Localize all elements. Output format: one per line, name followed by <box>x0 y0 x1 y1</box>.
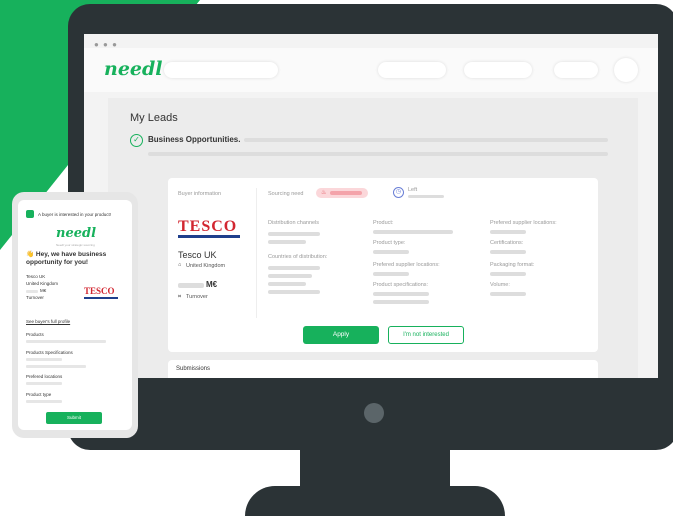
placeholder-line <box>490 250 526 254</box>
placeholder-line <box>268 274 312 278</box>
monitor-base <box>245 486 505 516</box>
phone-section-label: Product type <box>26 392 52 397</box>
not-interested-button[interactable]: I'm not interested <box>388 326 464 344</box>
column-divider <box>256 188 257 318</box>
placeholder-line <box>373 230 453 234</box>
sourcing-need-badge: ♨ <box>316 188 368 198</box>
placeholder-line <box>148 152 608 156</box>
opportunity-card: Buyer information Sourcing need ♨ ◷ Left… <box>168 178 598 352</box>
apply-button[interactable]: Apply <box>303 326 379 344</box>
phone-buyer-logo: TESCO <box>84 286 115 296</box>
placeholder-line <box>373 300 429 304</box>
page-title: My Leads <box>130 112 178 124</box>
badge-placeholder <box>330 191 362 195</box>
clock-icon: ◷ <box>393 187 404 198</box>
field-label: Prefered supplier locations: <box>490 220 557 226</box>
phone-needl-logo: needl <box>56 226 97 241</box>
phone-header: A buyer is interested in your product! <box>38 212 112 217</box>
placeholder-line <box>490 230 526 234</box>
field-label: Certifications: <box>490 240 524 246</box>
field-label: Countries of distribution: <box>268 254 328 260</box>
placeholder-line <box>373 292 429 296</box>
turnover-label: Turnover <box>186 294 208 300</box>
phone-buyer-name: Tesco UK <box>26 274 46 279</box>
nav-pill-2[interactable] <box>464 62 532 78</box>
field-label: Product: <box>373 220 394 226</box>
nav-pill-1[interactable] <box>378 62 446 78</box>
nav-pill-3[interactable] <box>554 62 598 78</box>
placeholder-line <box>178 283 204 288</box>
placeholder-line <box>26 365 86 368</box>
placeholder-line <box>268 232 320 236</box>
needl-logo[interactable]: needl <box>104 58 163 80</box>
placeholder-line <box>490 272 526 276</box>
field-label: Prefered supplier locations: <box>373 262 440 268</box>
placeholder-line <box>26 290 38 293</box>
phone-turnover-value: M€ <box>40 288 47 293</box>
placeholder-line <box>268 290 320 294</box>
buyer-info-label: Buyer information <box>178 191 222 197</box>
search-input[interactable] <box>164 62 278 78</box>
fire-icon: ♨ <box>321 190 327 196</box>
main-content: My Leads ✓ Business Opportunities. Buyer… <box>108 98 638 378</box>
buyer-profile-link[interactable]: See buyer's full profile <box>26 319 70 324</box>
phone-section-label: Products <box>26 332 44 337</box>
sourcing-need-label: Sourcing need <box>268 191 304 197</box>
field-label: Distribution channels <box>268 220 320 226</box>
desktop-screen: ● ● ● needl My Leads ✓ Business Opportun… <box>84 34 658 378</box>
field-label: Packaging format: <box>490 262 535 268</box>
buyer-logo-underline <box>178 235 240 238</box>
app-icon <box>26 210 34 218</box>
section-title: Business Opportunities. <box>148 135 241 144</box>
submissions-label: Submissions <box>176 366 211 372</box>
field-label: Volume: <box>490 282 510 288</box>
field-label: Product type: <box>373 240 406 246</box>
location-pin-icon: ⌂ <box>178 262 182 268</box>
chart-icon: ⌗ <box>178 294 182 300</box>
placeholder-line <box>268 282 306 286</box>
check-circle-icon: ✓ <box>130 134 143 147</box>
field-label: Product specifications: <box>373 282 429 288</box>
placeholder-line <box>244 138 608 142</box>
buyer-country: United Kingdom <box>186 263 226 269</box>
phone-section-label: Prefered locations <box>26 374 63 379</box>
top-bar: needl <box>84 48 658 92</box>
placeholder-line <box>268 266 320 270</box>
monitor-button <box>364 403 384 423</box>
phone-turnover-label: Turnover <box>26 295 44 300</box>
phone-section-label: Products Specifications <box>26 350 73 355</box>
placeholder-line <box>26 400 62 403</box>
phone-frame: A buyer is interested in your product! n… <box>12 192 138 438</box>
submissions-card: Submissions <box>168 360 598 378</box>
time-left-label: Left <box>408 187 418 193</box>
placeholder-line <box>490 292 526 296</box>
buyer-logo: TESCO <box>178 218 238 235</box>
placeholder-line <box>408 195 444 198</box>
avatar[interactable] <box>614 58 638 82</box>
phone-screen: A buyer is interested in your product! n… <box>18 200 132 430</box>
turnover-value: M€ <box>206 280 218 289</box>
placeholder-line <box>26 358 62 361</box>
phone-hey-text: 👋 Hey, we have business opportunity for … <box>26 251 107 266</box>
placeholder-line <box>373 250 409 254</box>
placeholder-line <box>373 272 409 276</box>
placeholder-line <box>26 340 106 343</box>
placeholder-line <box>26 382 62 385</box>
phone-tagline: Needl your strategic sourcing <box>56 243 95 247</box>
submit-button[interactable]: Submit <box>46 412 102 424</box>
phone-buyer-logo-underline <box>84 297 118 299</box>
placeholder-line <box>268 240 306 244</box>
buyer-name: Tesco UK <box>178 250 217 260</box>
phone-buyer-country: United Kingdom <box>26 281 59 286</box>
